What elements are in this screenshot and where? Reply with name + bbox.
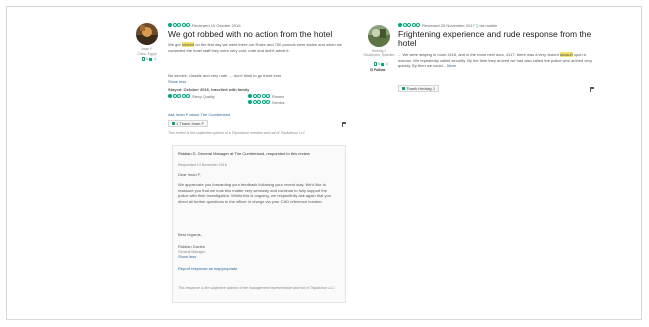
- rating-label: Service: [272, 100, 285, 105]
- rating-bubbles: [168, 23, 191, 28]
- response-signature-name: Riddian Davies: [178, 244, 205, 249]
- response-disclaimer: This response is the subjective opinion …: [178, 286, 335, 290]
- review-title[interactable]: Frightening experience and rude response…: [398, 30, 598, 48]
- response-date: Responded 14 November 2016: [178, 163, 227, 167]
- review-text-part: on the first day we went there our Rolex…: [168, 42, 342, 53]
- rating-rooms: Rooms: [248, 94, 284, 100]
- reviewer-avatar[interactable]: [136, 23, 158, 45]
- helpful-count: 4: [386, 62, 389, 66]
- response-greeting: Dear Iman F,: [178, 172, 201, 177]
- report-response-link[interactable]: Report response as inappropriate: [178, 266, 237, 272]
- thank-button[interactable]: 1 Thank Iman F: [168, 120, 208, 127]
- reviewer-location: Stockholm, Sweden: [363, 53, 395, 57]
- response-header: Riddian D, General Manager at The Cumber…: [178, 151, 310, 156]
- highlight-term: robbed: [181, 42, 195, 47]
- response-regards: Best regards,: [178, 232, 202, 237]
- review-title[interactable]: We got robbed with no action from the ho…: [168, 30, 348, 39]
- more-link[interactable]: More: [447, 63, 456, 68]
- thank-button[interactable]: Thank Hedwig J: [398, 85, 439, 92]
- mobile-icon: ▯: [475, 23, 479, 28]
- thumbs-up-icon: [402, 87, 405, 91]
- reviewer-name[interactable]: Iman F: [130, 47, 164, 52]
- review-rating: Reviewed 10 October 2016: [168, 23, 241, 28]
- review-text-part: We got: [168, 42, 182, 47]
- management-response: Riddian D, General Manager at The Cumber…: [172, 145, 346, 303]
- review-disclaimer: This review is the subjective opinion of…: [168, 131, 306, 135]
- flag-icon[interactable]: [590, 87, 594, 92]
- rating-bubbles: [398, 23, 421, 28]
- review-card-2: Hedwig J Stockholm, Sweden 5 4 ☷ Follow …: [362, 17, 602, 117]
- response-body: We appreciate you forwarding your feedba…: [178, 182, 331, 204]
- rating-service: Service: [248, 100, 285, 106]
- via-mobile: via mobile: [479, 23, 498, 28]
- reviewer-stats: 5 4: [136, 57, 162, 62]
- follow-label: Follow: [374, 68, 386, 72]
- review-text: We got robbed on the first day we went t…: [168, 42, 346, 53]
- follow-button[interactable]: ☷ Follow: [370, 68, 385, 73]
- review-date: Reviewed 25 November 2017: [422, 23, 475, 28]
- review-count-icon: [373, 62, 378, 66]
- rating-sleep-quality: Sleep Quality: [168, 94, 215, 100]
- rating-label: Rooms: [272, 94, 285, 99]
- review-card-1: Iman F Cairo, Egypt 5 4 Reviewed 10 Octo…: [128, 17, 350, 305]
- flag-icon[interactable]: [342, 122, 346, 127]
- review-rating: Reviewed 25 November 2017 ▯ via mobile: [398, 23, 497, 28]
- thumbs-up-icon: [381, 62, 385, 66]
- review-count: 5: [146, 57, 149, 61]
- reviewer-avatar[interactable]: [368, 25, 390, 47]
- ask-reviewer-link[interactable]: Ask Iman F about The Cumberland: [168, 112, 230, 118]
- review-date: Reviewed 10 October 2016: [192, 23, 241, 28]
- thank-label: 1 Thank Iman F: [176, 121, 204, 126]
- rating-label: Sleep Quality: [192, 94, 215, 99]
- review-text-part: ... We were staying in room 4116, and in…: [398, 52, 560, 57]
- reviewer-location: Cairo, Egypt: [137, 52, 157, 56]
- show-less-link[interactable]: Show less: [168, 79, 186, 85]
- stay-info: Stayed: October 2016, travelled with fam…: [168, 87, 346, 93]
- review-count: 5: [378, 62, 381, 66]
- thumbs-up-icon: [149, 57, 153, 61]
- reviewer-stats: 5 4: [368, 62, 394, 67]
- helpful-count: 4: [154, 57, 157, 61]
- review-text: ... We were staying in room 4116, and in…: [398, 52, 598, 69]
- review-count-icon: [141, 57, 146, 61]
- thank-label: Thank Hedwig J: [406, 86, 435, 91]
- thumbs-up-icon: [172, 122, 175, 126]
- review-text-2: No service, Unsafe and very rude .... do…: [168, 73, 282, 78]
- highlight-term: assault: [559, 52, 573, 57]
- stay-date: Stayed: October 2016, travelled with fam…: [168, 87, 250, 92]
- response-show-less[interactable]: Show less: [178, 254, 196, 260]
